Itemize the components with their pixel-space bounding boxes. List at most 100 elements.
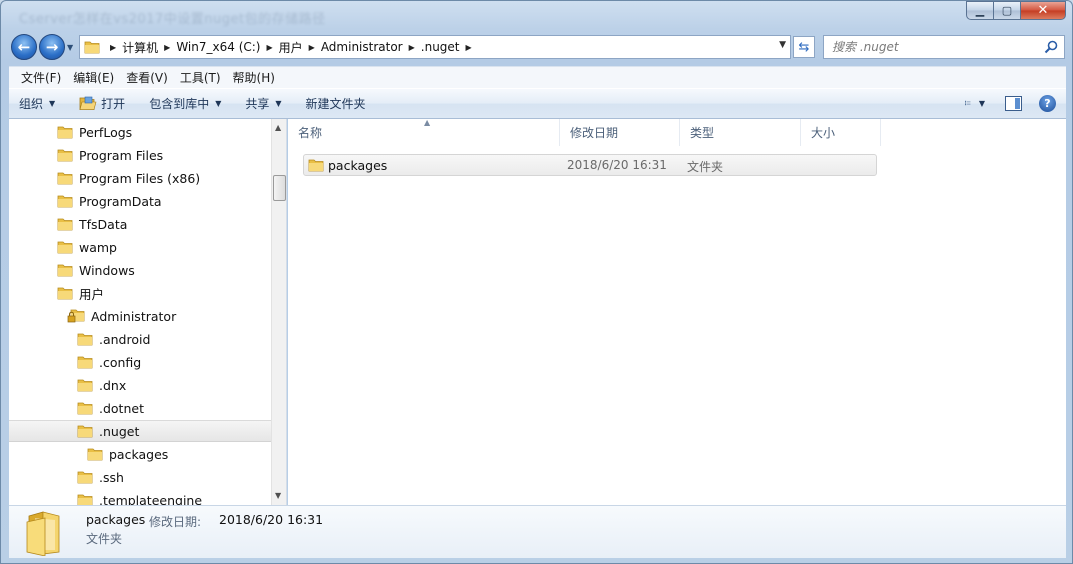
breadcrumb-separator[interactable]: ▶	[309, 43, 315, 52]
tree-item-label: wamp	[79, 239, 117, 255]
file-list-pane[interactable]: ▲ 名称 修改日期 类型 大小 packages 2018/6/20 16:31…	[288, 118, 1066, 505]
menu-view[interactable]: 查看(V)	[120, 67, 174, 88]
new-folder-button[interactable]: 新建文件夹	[306, 95, 366, 112]
tree-item[interactable]: Administrator	[67, 305, 176, 327]
search-icon[interactable]	[1044, 40, 1058, 54]
scrollbar-thumb[interactable]	[273, 175, 286, 201]
column-header-modified-label: 修改日期	[570, 126, 619, 140]
tree-item-label: .config	[99, 354, 142, 370]
tree-item-label: 用户	[79, 286, 105, 302]
organize-button[interactable]: 组织 ▼	[19, 95, 55, 112]
folder-icon	[77, 332, 93, 346]
details-modified-value: 2018/6/20 16:31	[219, 512, 324, 527]
column-header-name-label: 名称	[298, 126, 323, 140]
title-bar[interactable]: Cserver怎样在vs2017中设置nuget包的存储路径 ▁ ▢ ✕	[1, 1, 1072, 31]
menu-help[interactable]: 帮助(H)	[227, 67, 281, 88]
column-header-size[interactable]: 大小	[801, 119, 881, 146]
tree-item-label: Program Files	[79, 147, 164, 163]
back-arrow-icon: ←	[17, 38, 31, 56]
window-controls: ▁ ▢ ✕	[966, 1, 1066, 20]
breadcrumb-nuget[interactable]: .nuget	[421, 40, 460, 54]
scroll-up-arrow-icon[interactable]: ▲	[275, 123, 281, 132]
column-header-type[interactable]: 类型	[680, 119, 801, 146]
breadcrumb-administrator[interactable]: Administrator	[321, 40, 403, 54]
file-name: packages	[328, 158, 388, 173]
help-button[interactable]: ?	[1039, 94, 1056, 112]
folder-icon	[57, 240, 73, 254]
include-in-library-button[interactable]: 包含到库中 ▼	[149, 95, 221, 112]
tree-item[interactable]: Program Files	[57, 144, 163, 166]
refresh-button[interactable]: ⇆	[793, 36, 815, 58]
folder-icon	[84, 41, 100, 54]
organize-label: 组织	[19, 97, 44, 111]
folder-icon	[57, 148, 73, 162]
tree-item[interactable]: wamp	[57, 236, 117, 258]
tree-item[interactable]: .ssh	[77, 466, 124, 488]
back-button[interactable]: ←	[11, 34, 37, 60]
open-label: 打开	[101, 97, 126, 111]
breadcrumb-separator[interactable]: ▶	[409, 43, 415, 52]
tree-item-label: TfsData	[79, 216, 128, 232]
tree-item[interactable]: Windows	[57, 259, 135, 281]
address-bar[interactable]: ▶ 计算机 ▶ Win7_x64 (C:) ▶ 用户 ▶ Administrat…	[79, 35, 791, 59]
breadcrumb-computer[interactable]: 计算机	[122, 39, 158, 56]
address-history-dropdown[interactable]: ▼	[779, 40, 786, 50]
search-input[interactable]	[832, 40, 1032, 54]
tree-item[interactable]: .dotnet	[77, 397, 144, 419]
breadcrumb-users[interactable]: 用户	[279, 39, 303, 56]
breadcrumb-separator[interactable]: ▶	[164, 43, 170, 52]
open-folder-icon	[79, 96, 97, 110]
share-button[interactable]: 共享 ▼	[245, 95, 281, 112]
tree-item[interactable]: .nuget	[9, 420, 271, 442]
column-header-type-label: 类型	[690, 126, 715, 140]
scroll-down-arrow-icon[interactable]: ▼	[275, 491, 281, 500]
navigation-scrollbar[interactable]: ▲ ▼	[271, 119, 286, 505]
close-button[interactable]: ✕	[1020, 1, 1066, 20]
view-options-button[interactable]: ▼	[965, 94, 985, 112]
tree-item[interactable]: .templateengine	[77, 489, 202, 505]
tree-item-label: Program Files (x86)	[79, 170, 201, 186]
tree-item-label: ProgramData	[79, 193, 162, 209]
tree-item[interactable]: 用户	[57, 282, 104, 304]
search-box[interactable]	[823, 35, 1065, 59]
folder-icon	[77, 355, 93, 369]
details-pane: packages 修改日期: 2018/6/20 16:31 文件夹	[9, 505, 1066, 558]
forward-button[interactable]: →	[39, 34, 65, 60]
breadcrumb-separator[interactable]: ▶	[110, 43, 116, 52]
recent-pages-dropdown[interactable]: ▼	[67, 43, 73, 52]
sort-ascending-icon: ▲	[424, 118, 431, 127]
column-header-modified[interactable]: 修改日期	[560, 119, 680, 146]
tree-item[interactable]: Program Files (x86)	[57, 167, 200, 189]
preview-pane-button[interactable]	[1003, 94, 1023, 112]
large-folder-icon	[26, 511, 60, 556]
preview-pane-icon	[1004, 95, 1022, 111]
breadcrumb-separator[interactable]: ▶	[466, 43, 472, 52]
navigation-row: ← → ▼ ▶ 计算机 ▶ Win7_x64 (C:) ▶ 用户 ▶ Admin…	[1, 31, 1072, 63]
folder-icon	[57, 194, 73, 208]
tree-item-label: .templateengine	[99, 492, 203, 506]
minimize-button[interactable]: ▁	[966, 1, 993, 20]
tree-item[interactable]: ProgramData	[57, 190, 162, 212]
file-modified: 2018/6/20 16:31	[567, 158, 667, 172]
column-header-name[interactable]: ▲ 名称	[288, 118, 560, 146]
tree-item[interactable]: packages	[87, 443, 168, 465]
tree-item[interactable]: .config	[77, 351, 141, 373]
maximize-icon: ▢	[1001, 4, 1013, 17]
menu-file[interactable]: 文件(F)	[15, 67, 67, 88]
breadcrumb-separator[interactable]: ▶	[266, 43, 272, 52]
tree-item[interactable]: TfsData	[57, 213, 127, 235]
open-button[interactable]: 打开	[79, 95, 125, 112]
tree-item[interactable]: .dnx	[77, 374, 126, 396]
tree-item[interactable]: PerfLogs	[57, 121, 132, 143]
menu-edit[interactable]: 编辑(E)	[67, 67, 120, 88]
minimize-icon: ▁	[975, 4, 985, 17]
breadcrumb-drive[interactable]: Win7_x64 (C:)	[176, 40, 260, 54]
menu-tools[interactable]: 工具(T)	[174, 67, 227, 88]
folder-icon	[57, 125, 73, 139]
file-row[interactable]: packages 2018/6/20 16:31 文件夹	[303, 154, 877, 176]
tree-item-label: .ssh	[99, 469, 124, 485]
tree-item[interactable]: .android	[77, 328, 150, 350]
folder-icon	[77, 378, 93, 392]
maximize-button[interactable]: ▢	[993, 1, 1020, 20]
share-label: 共享	[245, 97, 270, 111]
